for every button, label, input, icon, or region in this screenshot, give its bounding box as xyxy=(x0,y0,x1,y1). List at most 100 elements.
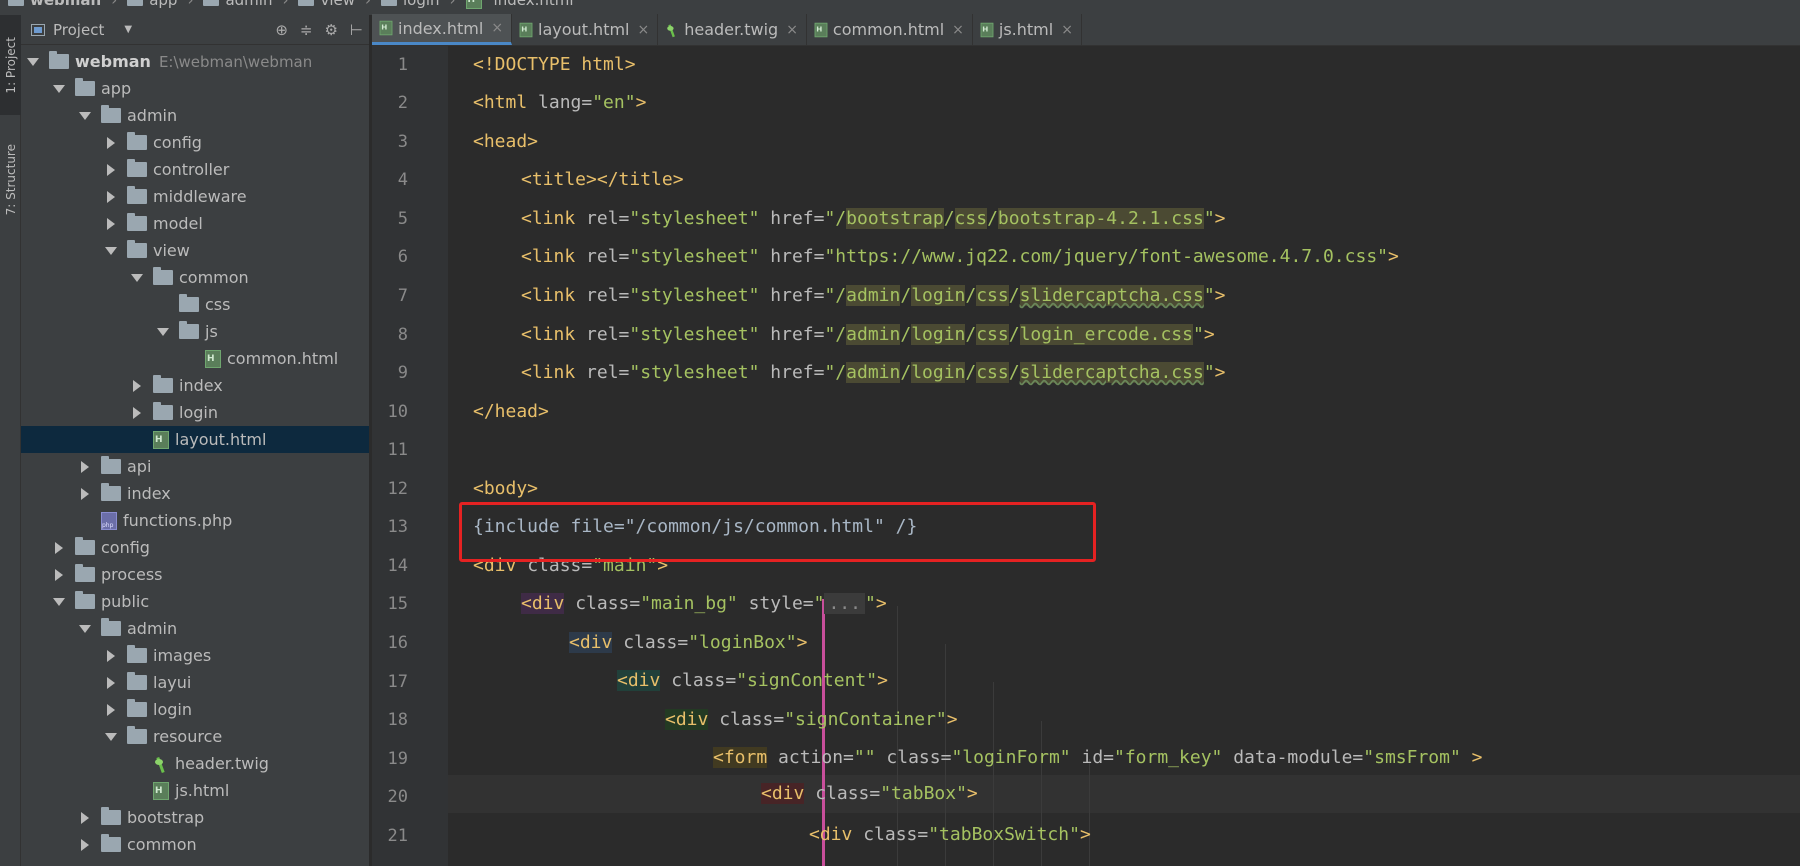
expand-arrow-icon[interactable] xyxy=(105,245,117,257)
collapse-arrow-icon[interactable] xyxy=(53,542,65,554)
folded-code-indicator[interactable]: ... xyxy=(824,593,865,614)
folder-icon xyxy=(298,0,315,6)
tree-item-app[interactable]: app xyxy=(21,75,369,102)
folder-icon xyxy=(127,213,147,231)
tree-item-common[interactable]: common xyxy=(21,264,369,291)
folder-icon xyxy=(75,78,95,96)
tree-item-resource[interactable]: resource xyxy=(21,723,369,750)
tree-item-webman[interactable]: webman E:\webman\webman xyxy=(21,48,369,75)
tree-item-view[interactable]: view xyxy=(21,237,369,264)
tool-tab-structure[interactable]: 7: Structure xyxy=(0,125,21,235)
expand-arrow-icon[interactable] xyxy=(79,623,91,635)
code-line-2: <html lang="en"> xyxy=(473,92,647,113)
expand-arrow-icon[interactable] xyxy=(131,272,143,284)
folder-icon xyxy=(153,375,173,393)
tree-item-index[interactable]: index xyxy=(21,372,369,399)
breadcrumb-item-admin[interactable]: admin xyxy=(203,0,272,9)
code-content[interactable]: <!DOCTYPE html> <html lang="en"> <head> … xyxy=(372,46,1800,866)
folder-icon xyxy=(127,726,147,744)
folder-icon xyxy=(8,0,24,6)
collapse-arrow-icon[interactable] xyxy=(79,461,91,473)
tree-item-config[interactable]: config xyxy=(21,129,369,156)
expand-arrow-icon[interactable] xyxy=(27,56,39,68)
collapse-arrow-icon[interactable] xyxy=(53,569,65,581)
collapse-arrow-icon[interactable] xyxy=(105,650,117,662)
folder-icon xyxy=(127,672,147,690)
close-icon[interactable]: × xyxy=(638,22,650,38)
tree-item-js-html[interactable]: js.html xyxy=(21,777,369,804)
tree-item-admin[interactable]: admin xyxy=(21,615,369,642)
locate-icon[interactable]: ⊕ xyxy=(275,21,288,39)
folder-icon xyxy=(101,456,121,474)
html-file-icon xyxy=(153,781,169,800)
tree-item-index[interactable]: index xyxy=(21,480,369,507)
tab-common-html[interactable]: common.html× xyxy=(807,14,973,45)
tree-item-model[interactable]: model xyxy=(21,210,369,237)
breadcrumb-separator: › xyxy=(449,0,456,9)
folder-icon xyxy=(101,618,121,636)
hide-panel-icon[interactable]: ⊢ xyxy=(350,21,363,39)
close-icon[interactable]: × xyxy=(786,22,798,38)
tree-item-functions-php[interactable]: functions.php xyxy=(21,507,369,534)
tree-item-public[interactable]: public xyxy=(21,588,369,615)
tree-item-config[interactable]: config xyxy=(21,534,369,561)
editor-tab-bar: index.html× layout.html× header.twig× co… xyxy=(372,14,1800,46)
tree-item-images[interactable]: images xyxy=(21,642,369,669)
tree-item-login[interactable]: login xyxy=(21,399,369,426)
tab-layout-html[interactable]: layout.html× xyxy=(512,14,659,45)
project-panel-title[interactable]: Project xyxy=(53,21,104,39)
collapse-arrow-icon[interactable] xyxy=(105,164,117,176)
gear-icon[interactable]: ⚙ xyxy=(324,21,337,39)
code-line-7: <link rel="stylesheet" href="/admin/logi… xyxy=(521,285,1226,306)
expand-arrow-icon[interactable] xyxy=(53,83,65,95)
collapse-arrow-icon[interactable] xyxy=(105,677,117,689)
breadcrumb-separator: › xyxy=(365,0,371,9)
collapse-arrow-icon[interactable] xyxy=(131,407,143,419)
collapse-arrow-icon[interactable] xyxy=(105,137,117,149)
navigation-breadcrumb: webman › app › admin › view › login › in… xyxy=(0,0,1800,15)
breadcrumb-item-webman[interactable]: webman xyxy=(8,0,101,9)
tree-item-middleware[interactable]: middleware xyxy=(21,183,369,210)
breadcrumb-item-index-html[interactable]: index.html xyxy=(465,0,574,9)
tree-item-layout-html[interactable]: layout.html xyxy=(21,426,369,453)
tree-item-header-twig[interactable]: header.twig xyxy=(21,750,369,777)
close-icon[interactable]: × xyxy=(1061,22,1073,38)
tool-tab-project[interactable]: 1: Project xyxy=(0,15,21,115)
collapse-arrow-icon[interactable] xyxy=(131,380,143,392)
tree-item-css[interactable]: css xyxy=(21,291,369,318)
expand-arrow-icon[interactable] xyxy=(79,110,91,122)
breadcrumb-item-view[interactable]: view xyxy=(298,0,355,9)
tree-item-login[interactable]: login xyxy=(21,696,369,723)
close-icon[interactable]: × xyxy=(491,20,503,36)
tree-item-controller[interactable]: controller xyxy=(21,156,369,183)
folder-icon xyxy=(49,51,69,69)
tab-index-html[interactable]: index.html× xyxy=(372,14,513,45)
breadcrumb-item-app[interactable]: app xyxy=(127,0,177,9)
tree-item-common-html[interactable]: common.html xyxy=(21,345,369,372)
collapse-all-icon[interactable]: ≑ xyxy=(300,21,313,39)
tree-item-bootstrap[interactable]: bootstrap xyxy=(21,804,369,831)
tree-item-process[interactable]: process xyxy=(21,561,369,588)
breadcrumb-item-login[interactable]: login xyxy=(381,0,440,9)
collapse-arrow-icon[interactable] xyxy=(79,812,91,824)
breadcrumb-separator: › xyxy=(111,0,118,9)
code-line-20: <div class="tabBox"> xyxy=(761,783,978,804)
collapse-arrow-icon[interactable] xyxy=(105,704,117,716)
tree-item-js[interactable]: js xyxy=(21,318,369,345)
expand-arrow-icon[interactable] xyxy=(105,731,117,743)
tab-header-twig[interactable]: header.twig × xyxy=(658,14,807,45)
collapse-arrow-icon[interactable] xyxy=(105,191,117,203)
collapse-arrow-icon[interactable] xyxy=(79,839,91,851)
tab-js-html[interactable]: js.html× xyxy=(973,14,1082,45)
expand-arrow-icon[interactable] xyxy=(53,596,65,608)
code-line-10: </head> xyxy=(473,401,549,422)
tree-item-layui[interactable]: layui xyxy=(21,669,369,696)
tree-item-api[interactable]: api xyxy=(21,453,369,480)
collapse-arrow-icon[interactable] xyxy=(105,218,117,230)
tree-item-common[interactable]: common xyxy=(21,831,369,858)
close-icon[interactable]: × xyxy=(952,22,964,38)
tree-item-admin[interactable]: admin xyxy=(21,102,369,129)
expand-arrow-icon[interactable] xyxy=(157,326,169,338)
chevron-down-icon[interactable]: ▼ xyxy=(124,24,132,35)
collapse-arrow-icon[interactable] xyxy=(79,488,91,500)
